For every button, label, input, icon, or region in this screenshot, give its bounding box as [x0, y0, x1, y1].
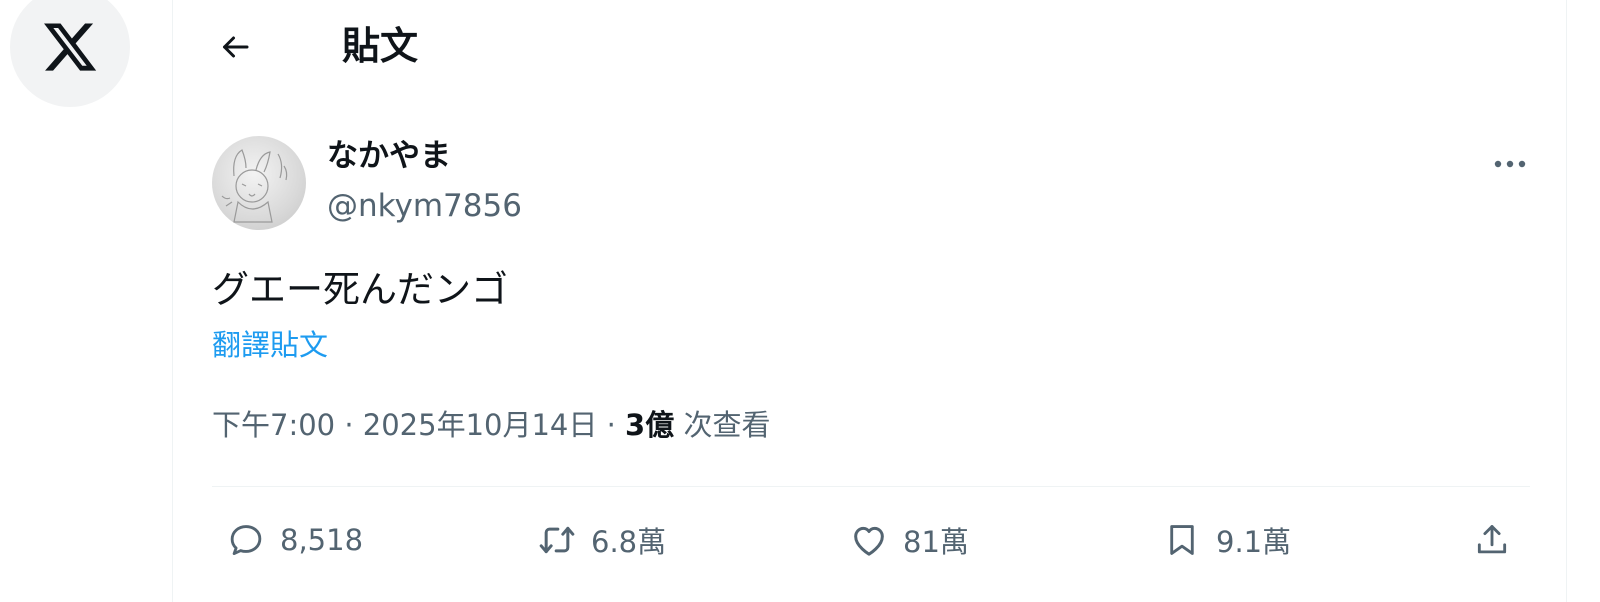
views-count: 3億 [625, 408, 675, 442]
tweet-time[interactable]: 下午7:00 [212, 408, 335, 442]
reply-count: 8,518 [280, 523, 364, 557]
retweet-button[interactable]: 6.8萬 [531, 514, 666, 566]
avatar-sketch [221, 149, 288, 223]
tweet-date[interactable]: 2025年10月14日 [363, 408, 598, 442]
back-arrow-icon [223, 36, 249, 58]
display-name[interactable]: なかやま [327, 136, 451, 176]
retweet-count: 6.8萬 [591, 525, 667, 559]
reply-button[interactable]: 8,518 [220, 514, 363, 566]
separator-dot: · [344, 408, 363, 442]
views-label: 次查看 [683, 408, 771, 442]
retweet-icon [539, 526, 575, 554]
bookmark-icon [1170, 525, 1194, 555]
reply-icon [230, 525, 262, 556]
x-logo-button[interactable] [10, 0, 130, 107]
user-handle[interactable]: @nkym7856 [327, 186, 522, 226]
tweet-meta: 下午7:00 · 2025年10月14日 · 3億 次查看 [212, 405, 770, 445]
column-divider-left [172, 0, 173, 602]
bookmark-button[interactable]: 9.1萬 [1156, 514, 1291, 566]
column-divider-right [1566, 0, 1567, 602]
tweet-text: グエー死んだンゴ [212, 268, 508, 311]
separator-dot: · [606, 408, 626, 442]
avatar[interactable] [212, 136, 306, 230]
like-button[interactable]: 81萬 [843, 514, 969, 566]
x-logo-icon [44, 23, 97, 71]
like-count: 81萬 [903, 525, 969, 559]
bookmark-count: 9.1萬 [1216, 525, 1292, 559]
page-title: 貼文 [342, 24, 419, 68]
more-button[interactable] [1488, 146, 1532, 182]
share-button[interactable] [1466, 514, 1526, 566]
share-icon [1477, 525, 1507, 554]
translate-link[interactable]: 翻譯貼文 [212, 325, 328, 365]
like-icon [854, 526, 884, 556]
more-icon [1494, 160, 1526, 168]
back-button[interactable] [210, 22, 260, 72]
divider [212, 486, 1530, 487]
